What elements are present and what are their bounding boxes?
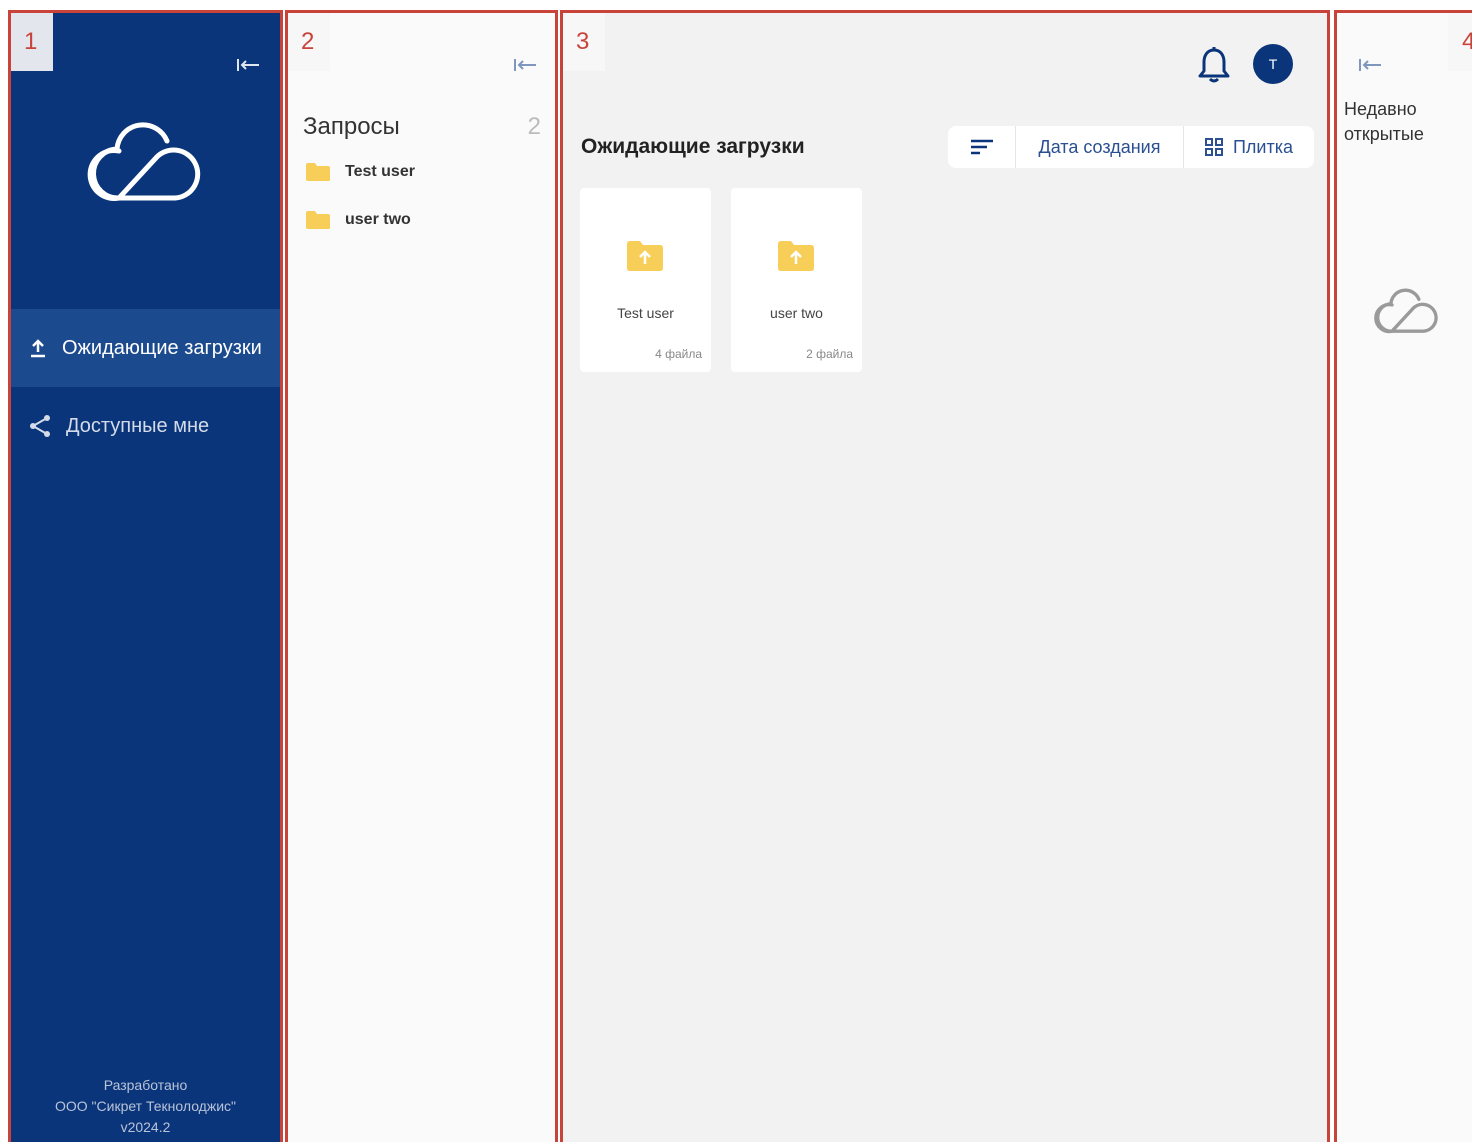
upload-card[interactable]: Test user 4 файла	[580, 188, 711, 372]
collapse-requests-icon[interactable]	[512, 55, 538, 75]
request-item[interactable]: Test user	[305, 157, 415, 187]
empty-cloud-icon	[1374, 288, 1438, 334]
footer-credit: Разработано ООО "Сикрет Текнолоджис" v20…	[11, 1075, 280, 1138]
view-toolbar: Дата создания Плитка	[948, 126, 1314, 168]
page-title: Ожидающие загрузки	[581, 135, 805, 158]
nav-label: Доступные мне	[66, 414, 210, 437]
panel-number: 3	[563, 13, 605, 71]
card-file-count: 4 файла	[655, 347, 702, 361]
recent-panel: 4 Недавно открытые	[1334, 10, 1472, 1142]
share-icon	[30, 415, 50, 437]
view-mode-label: Плитка	[1232, 136, 1294, 157]
request-label: Test user	[345, 163, 415, 180]
recent-title-line: Недавно	[1344, 99, 1417, 119]
sort-icon	[970, 139, 993, 155]
sort-button[interactable]	[948, 126, 1016, 168]
footer-line: ООО "Сикрет Текнолоджис"	[54, 1098, 236, 1114]
panel-number: 2	[288, 13, 330, 71]
card-file-count: 2 файла	[806, 347, 853, 361]
requests-count: 2	[527, 113, 541, 140]
version-label: v2024.2	[120, 1119, 171, 1135]
nav-pending-uploads[interactable]: Ожидающие загрузки	[11, 309, 280, 387]
folder-icon	[306, 211, 330, 229]
card-name: Test user	[617, 305, 674, 321]
requests-panel: 2 Запросы 2 Test user user two	[285, 10, 558, 1142]
sidebar-panel: 1 Ожидающие загрузки Доступные мне Разра…	[8, 10, 283, 1142]
panel-number: 4	[1448, 13, 1472, 71]
panel-number: 1	[11, 13, 53, 71]
nav-shared-with-me[interactable]: Доступные мне	[11, 387, 280, 465]
card-name: user two	[770, 305, 823, 321]
user-avatar[interactable]: T	[1253, 44, 1293, 84]
view-mode-button[interactable]: Плитка	[1184, 126, 1314, 168]
request-label: user two	[345, 211, 411, 228]
collapse-recent-icon[interactable]	[1357, 55, 1383, 75]
folder-icon	[306, 163, 330, 181]
upload-card[interactable]: user two 2 файла	[731, 188, 862, 372]
app-window: 1 Ожидающие загрузки Доступные мне Разра…	[0, 0, 1472, 1142]
upload-icon	[31, 339, 45, 358]
bell-icon[interactable]	[1198, 46, 1230, 84]
footer-line: Разработано	[103, 1077, 188, 1093]
folder-upload-icon	[627, 241, 663, 271]
main-panel: 3 T Ожидающие загрузки Дата создания Пли…	[560, 10, 1330, 1142]
nav-label: Ожидающие загрузки	[62, 336, 262, 359]
cloud-logo-icon	[87, 122, 201, 201]
sort-by-date-button[interactable]: Дата создания	[1016, 126, 1184, 168]
collapse-sidebar-icon[interactable]	[235, 55, 261, 75]
recent-title: Недавно открытые	[1344, 97, 1424, 147]
request-item[interactable]: user two	[305, 205, 411, 235]
requests-title: Запросы	[303, 113, 400, 140]
grid-icon	[1204, 138, 1223, 156]
folder-upload-icon	[778, 241, 814, 271]
recent-title-line: открытые	[1344, 124, 1424, 144]
